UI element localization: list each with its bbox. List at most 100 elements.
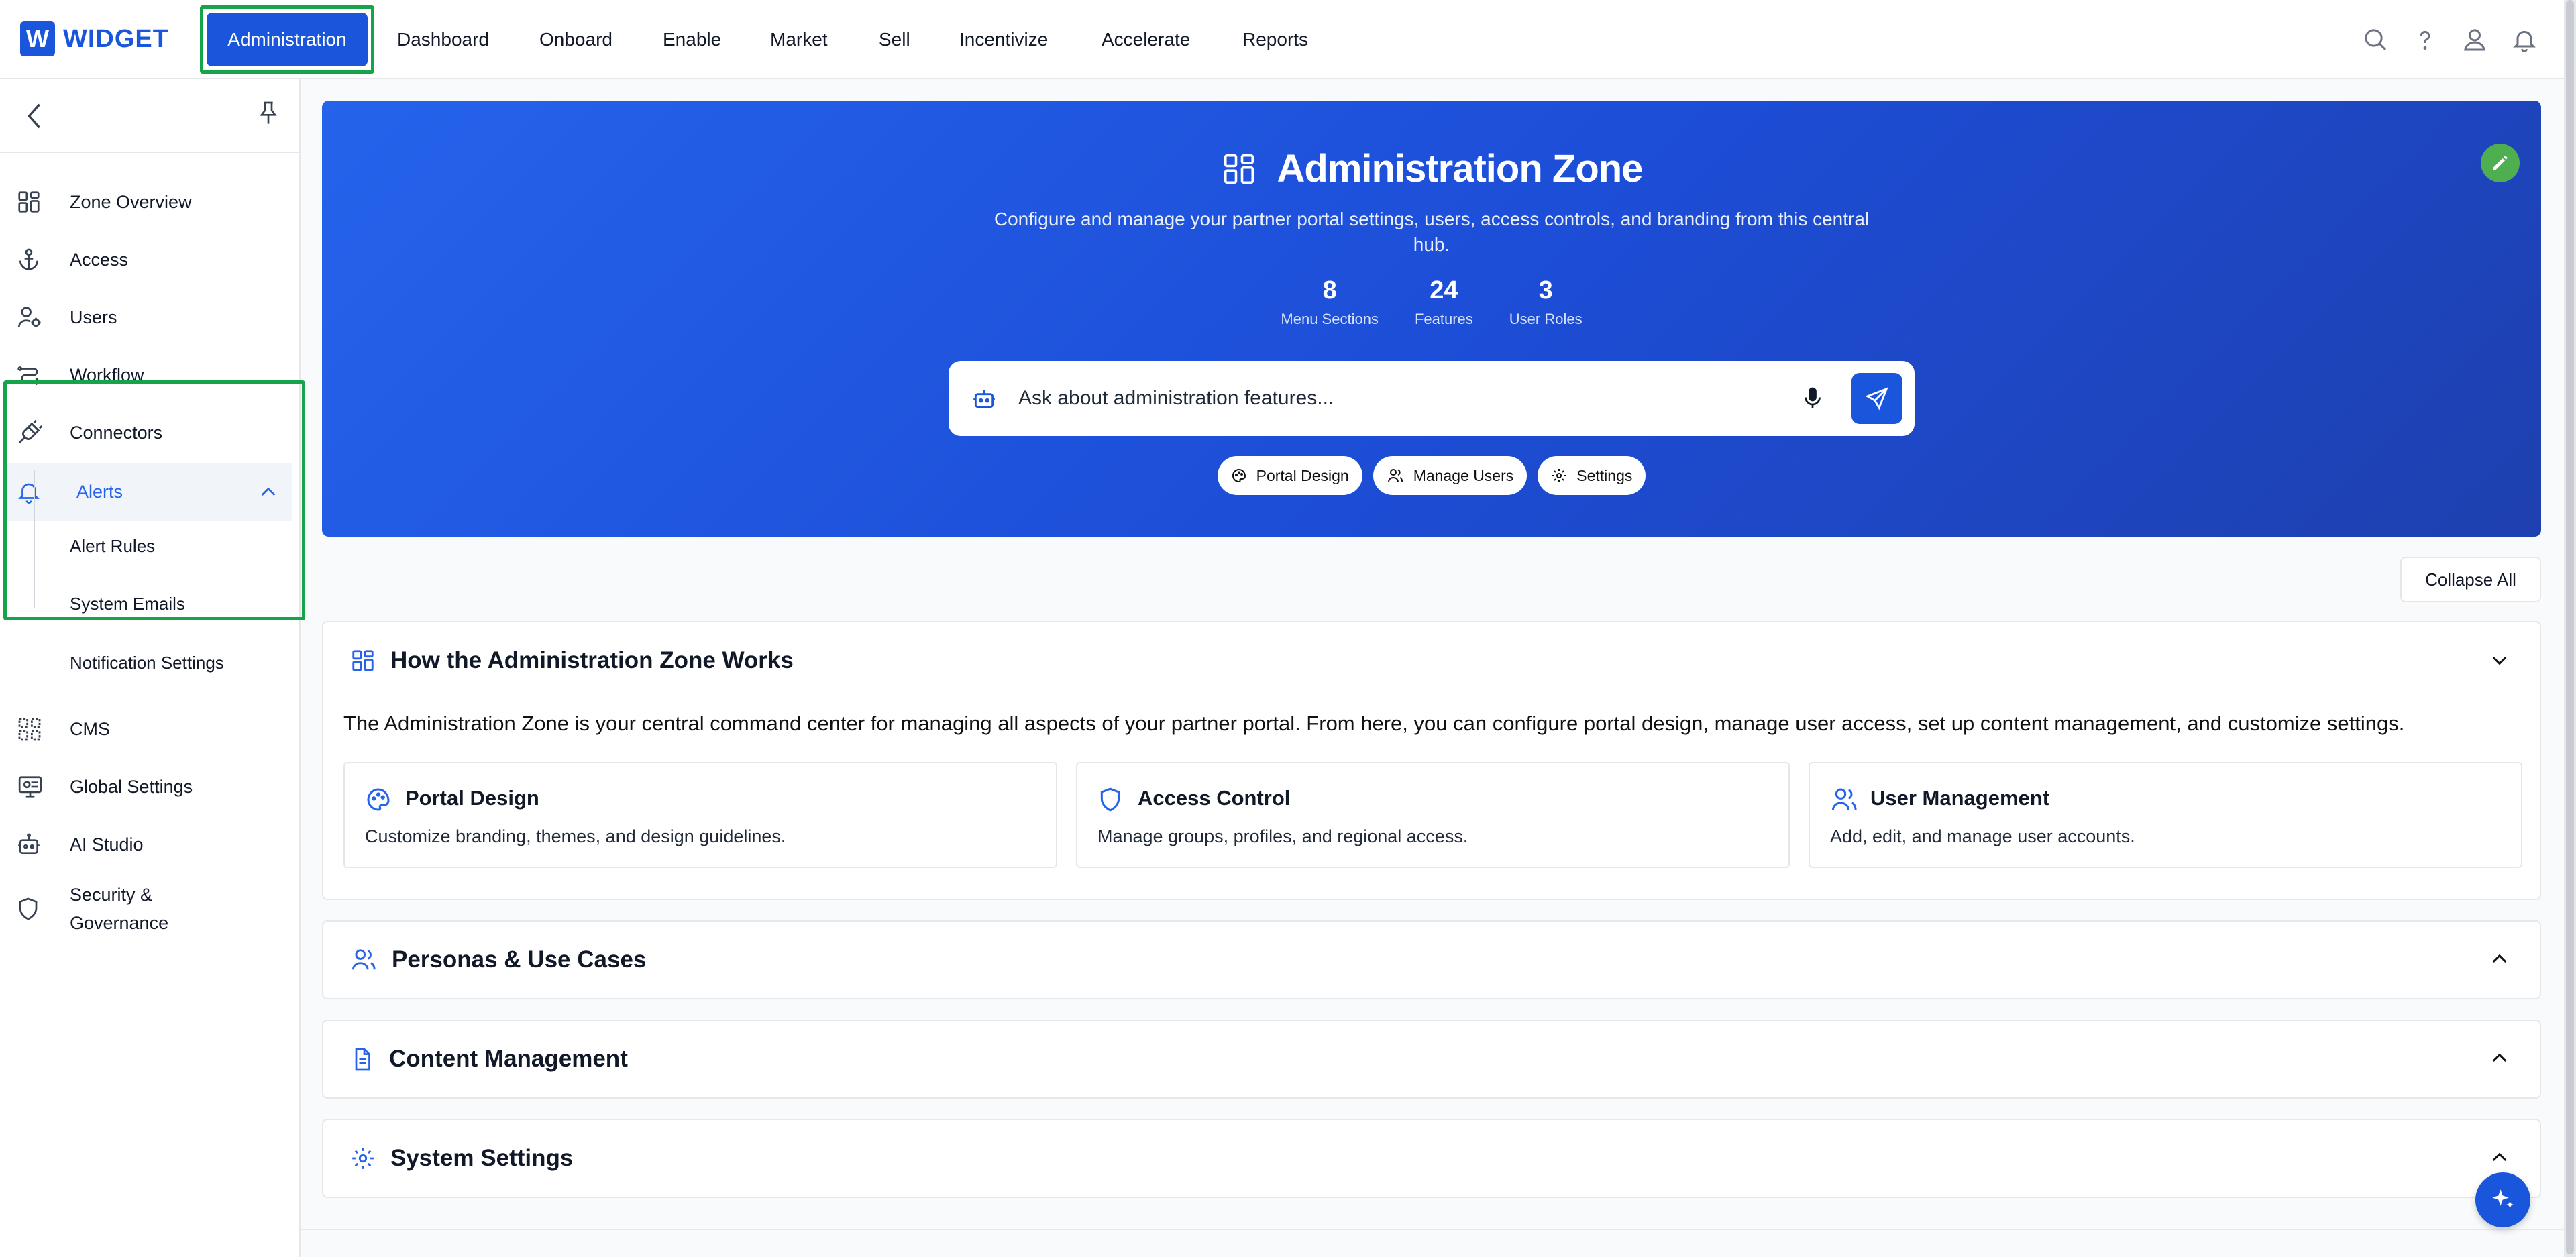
chevron-down-icon[interactable] [2489, 649, 2510, 671]
document-icon [350, 1046, 374, 1073]
chevron-up-icon[interactable] [258, 482, 279, 503]
stat-value: 3 [1538, 276, 1553, 305]
pin-icon[interactable] [255, 98, 282, 127]
chip-manage-users[interactable]: Manage Users [1373, 456, 1527, 495]
section-header[interactable]: System Settings [323, 1120, 2540, 1197]
stat-label: Features [1414, 311, 1473, 327]
section-intro: The Administration Zone is your central … [343, 712, 2405, 735]
section-title: How the Administration Zone Works [390, 647, 794, 673]
sidebar-item-security-governance[interactable]: Security & Governance [0, 872, 295, 946]
stat-user-roles: 3 User Roles [1509, 276, 1582, 328]
grid-icon [0, 189, 70, 215]
sidebar-item-zone-overview[interactable]: Zone Overview [0, 173, 295, 231]
section-header[interactable]: How the Administration Zone Works [323, 622, 2540, 699]
nav-item-dashboard[interactable]: Dashboard [397, 0, 489, 79]
users-icon [1387, 468, 1413, 484]
section-personas: Personas & Use Cases [322, 920, 2541, 999]
nav-item-accelerate[interactable]: Accelerate [1102, 0, 1190, 79]
chevron-up-icon[interactable] [2489, 1147, 2510, 1168]
stat-label: Menu Sections [1281, 311, 1379, 327]
cms-icon [0, 716, 70, 743]
nav-item-administration[interactable]: Administration [207, 13, 368, 66]
scrollbar-thumb[interactable] [2566, 0, 2574, 1254]
stat-features: 24 Features [1415, 276, 1473, 328]
sidebar-item-connectors[interactable]: Connectors [0, 404, 295, 461]
shield-icon [0, 895, 70, 922]
section-title: Personas & Use Cases [392, 946, 647, 973]
sidebar-item-cms[interactable]: CMS [0, 700, 295, 758]
sidebar-item-users[interactable]: Users [0, 288, 295, 346]
hero-banner: Administration Zone Configure and manage… [322, 101, 2541, 537]
send-button[interactable] [1851, 373, 1902, 424]
sparkle-icon [2489, 1186, 2517, 1214]
logo-badge: W [20, 21, 55, 56]
card-user-management[interactable]: User Management Add, edit, and manage us… [1809, 762, 2522, 868]
robot-icon [971, 386, 997, 411]
sidebar-item-access[interactable]: Access [0, 231, 295, 288]
sidebar-item-label: Security & [70, 885, 153, 905]
sidebar-item-workflow[interactable]: Workflow [0, 346, 295, 404]
top-icon-group [2351, 0, 2549, 79]
microphone-icon[interactable] [1801, 386, 1825, 411]
user-gear-icon [0, 305, 70, 330]
section-header[interactable]: Personas & Use Cases [323, 922, 2540, 998]
nav-item-sell[interactable]: Sell [879, 0, 910, 79]
nav-item-market[interactable]: Market [770, 0, 828, 79]
chevron-up-icon[interactable] [2489, 1048, 2510, 1069]
sidebar-item-label: CMS [70, 718, 110, 739]
ai-search-input[interactable] [1018, 387, 1801, 410]
ai-assistant-button[interactable] [2475, 1172, 2530, 1227]
logo-text: WIDGET [63, 24, 169, 53]
card-title: User Management [1870, 786, 2050, 810]
sidebar-header [0, 79, 299, 153]
chip-portal-design[interactable]: Portal Design [1217, 456, 1362, 495]
sidebar-item-label-group: Security & Governance [70, 881, 168, 937]
monitor-settings-icon [0, 774, 70, 800]
ai-search-bar [949, 361, 1915, 436]
brand-logo[interactable]: W WIDGET [20, 21, 169, 56]
help-icon[interactable] [2400, 15, 2450, 64]
workflow-icon [0, 362, 70, 388]
chevron-up-icon[interactable] [2489, 948, 2510, 970]
chip-settings[interactable]: Settings [1538, 456, 1646, 495]
user-icon[interactable] [2450, 15, 2500, 64]
quick-chips: Portal Design Manage Users Settings [322, 456, 2541, 495]
page-scrollbar[interactable] [2564, 0, 2576, 1257]
card-description: Add, edit, and manage user accounts. [1830, 826, 2135, 846]
section-content-management: Content Management [322, 1020, 2541, 1099]
stats-row: 8 Menu Sections 24 Features 3 User Roles [322, 276, 2541, 328]
bell-icon[interactable] [2500, 15, 2549, 64]
card-access-control[interactable]: Access Control Manage groups, profiles, … [1076, 762, 1790, 868]
hero-description: Configure and manage your partner portal… [994, 209, 1870, 255]
sidebar-item-alerts[interactable]: Alerts [7, 463, 292, 521]
plug-icon [0, 419, 70, 446]
collapse-sidebar-icon[interactable] [20, 101, 51, 131]
anchor-icon [0, 247, 70, 272]
gear-icon [1551, 468, 1576, 484]
sidebar-item-label: Connectors [70, 422, 163, 443]
nav-item-reports[interactable]: Reports [1242, 0, 1308, 79]
nav-item-enable[interactable]: Enable [663, 0, 721, 79]
stat-menu-sections: 8 Menu Sections [1281, 276, 1379, 328]
sidebar-subitem-notification-settings[interactable]: Notification Settings [70, 643, 224, 683]
nav-item-incentivize[interactable]: Incentivize [959, 0, 1048, 79]
sidebar-item-label: Access [70, 249, 129, 270]
card-description: Customize branding, themes, and design g… [365, 826, 786, 846]
nav-item-onboard[interactable]: Onboard [539, 0, 612, 79]
footer-divider [301, 1229, 2564, 1230]
sidebar-item-label: Alerts [76, 481, 123, 502]
palette-icon [365, 786, 392, 813]
sidebar-item-ai-studio[interactable]: AI Studio [0, 816, 295, 873]
sidebar-subitem-alert-rules[interactable]: Alert Rules [70, 526, 155, 566]
sidebar-item-label: Global Settings [70, 776, 193, 797]
search-icon[interactable] [2351, 15, 2400, 64]
collapse-all-button[interactable]: Collapse All [2400, 557, 2541, 602]
card-description: Manage groups, profiles, and regional ac… [1097, 826, 1468, 846]
section-header[interactable]: Content Management [323, 1021, 2540, 1097]
section-title: Content Management [389, 1046, 628, 1072]
card-portal-design[interactable]: Portal Design Customize branding, themes… [343, 762, 1057, 868]
sidebar-subitem-system-emails[interactable]: System Emails [70, 584, 185, 624]
card-title: Access Control [1138, 786, 1291, 810]
chip-label: Manage Users [1413, 466, 1514, 484]
sidebar-item-global-settings[interactable]: Global Settings [0, 758, 295, 816]
